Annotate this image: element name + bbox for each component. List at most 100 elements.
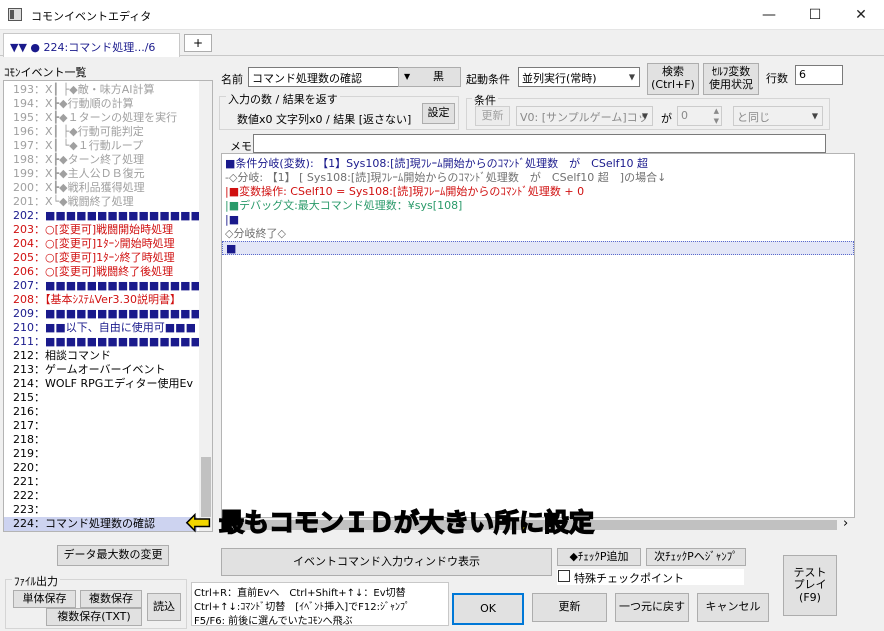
list-item[interactable]: 200：X┣◆戦利品獲得処理 [4,181,197,195]
condition-value-spinner[interactable]: 0 ▲ ▼ [677,106,722,126]
condition-update-button[interactable]: 更新 [475,106,510,126]
maximize-button[interactable]: ☐ [792,0,838,30]
trigger-select[interactable]: 並列実行(常時) ▼ [518,67,640,87]
list-item[interactable]: 224：コマンド処理数の確認 [4,517,197,531]
list-item[interactable]: 204：○[変更可]1ﾀｰﾝ開始時処理 [4,237,197,251]
list-item-number: 204 [13,237,34,250]
list-item[interactable]: 214：WOLF RPGエディター使用Ev [4,377,197,391]
single-save-button[interactable]: 単体保存 [13,590,76,608]
list-item-label: ：【基本ｼｽﾃﾑVer3.30説明書】 [34,293,181,306]
memo-input[interactable] [253,134,826,153]
undo-button[interactable]: 一つ元に戻す [615,593,689,622]
list-item-number: 201 [13,195,34,208]
list-item[interactable]: 220： [4,461,197,475]
code-line[interactable]: |■変数操作: CSelf10 = Sys108:[読]現ﾌﾚｰﾑ開始からのｺﾏ… [225,185,584,199]
size-grip [855,518,869,532]
common-event-list[interactable]: 193：X┃ ├◆敵・味方AI計算 194：X┣◆行動順の計算 195：X┣◆１ター… [3,80,213,532]
code-vertical-scrollbar[interactable] [855,153,869,518]
add-checkpoint-button[interactable]: ◆ﾁｪｯｸP追加 [557,548,641,566]
list-item-label: ：■■■■■■■■■■■■■■■■■ [34,335,213,348]
cancel-button[interactable]: キャンセル [697,593,769,622]
special-checkpoint-checkbox[interactable] [558,570,570,582]
data-max-change-button[interactable]: データ最大数の変更 [57,545,169,566]
text-color-value: 黒 [433,69,444,83]
list-item[interactable]: 218： [4,433,197,447]
search-button[interactable]: 検索 (Ctrl+F) [647,63,699,95]
list-item-label: ： [34,433,45,446]
list-item[interactable]: 212：相談コマンド [4,349,197,363]
minimize-button[interactable]: — [746,0,792,30]
list-item-number: 205 [13,251,34,264]
list-item[interactable]: 208：【基本ｼｽﾃﾑVer3.30説明書】 [4,293,197,307]
list-scrollbar[interactable] [199,81,212,531]
list-item[interactable]: 217： [4,419,197,433]
list-item[interactable]: 221： [4,475,197,489]
code-line[interactable]: ■条件分岐(変数): 【1】Sys108:[読]現ﾌﾚｰﾑ開始からのｺﾏﾝﾄﾞ処… [225,157,648,171]
condition-value: 0 [681,109,688,122]
special-checkpoint-row[interactable]: 特殊チェックポイント [557,569,744,585]
spinner-up-icon[interactable]: ▲ [714,107,719,115]
list-item[interactable]: 210：■■以下、自由に使用可■■■ [4,321,197,335]
list-item[interactable]: 202：■■■■■■■■■■■■■■■■■ [4,209,212,223]
list-item[interactable]: 206：○[変更可]戦闘終了後処理 [4,265,197,279]
list-item[interactable]: 223： [4,503,197,517]
maximize-icon: ☐ [808,7,822,23]
list-item-label: ：コマンド処理数の確認 [34,517,155,530]
close-button[interactable]: ✕ [838,0,884,30]
list-item-label: ： [34,475,45,488]
event-code-list[interactable]: ■条件分岐(変数): 【1】Sys108:[読]現ﾌﾚｰﾑ開始からのｺﾏﾝﾄﾞ処… [221,153,855,518]
code-line[interactable]: |■デバッグ文:最大コマンド処理数：¥sys[108] [225,199,462,213]
next-checkpoint-button[interactable]: 次ﾁｪｯｸPへｼﾞｬﾝﾌﾟ [646,548,746,566]
name-input[interactable]: コマンド処理数の確認 [248,67,399,87]
name-label: 名前 [221,73,243,86]
list-item[interactable]: 216： [4,405,197,419]
line-count-label: 行数 [766,72,788,85]
list-item[interactable]: 205：○[変更可]1ﾀｰﾝ終了時処理 [4,251,197,265]
memo-label: メモ [230,140,252,153]
io-settings-button[interactable]: 設定 [422,103,455,124]
list-item[interactable]: 219： [4,447,197,461]
list-item[interactable]: 195：X┣◆１ターンの処理を実行 [4,111,197,125]
self-variable-usage-button[interactable]: ｾﾙﾌ変数 使用状況 [703,63,759,95]
update-button[interactable]: 更新 [532,593,607,622]
tab-common-224[interactable]: ▼▼ ● 224:コマンド処理.../6 [3,33,180,57]
list-item-number: 215 [13,391,34,404]
chevron-down-icon: ▼ [404,72,411,82]
ok-button[interactable]: OK [452,593,524,625]
list-item[interactable]: 222： [4,489,197,503]
test-play-button[interactable]: テスト プレイ (F9) [783,555,837,616]
list-item[interactable]: 196：X┃ ├◆行動可能判定 [4,125,197,139]
condition-variable-select[interactable]: V0: [サンプルゲーム]コッ ▼ [516,106,653,126]
plus-icon: + [192,36,204,50]
list-item[interactable]: 193：X┃ ├◆敵・味方AI計算 [4,83,197,97]
multi-save-txt-button[interactable]: 複数保存(TXT) [46,608,142,626]
list-item[interactable]: 194：X┣◆行動順の計算 [4,97,197,111]
list-item-label: ：相談コマンド [34,349,111,362]
list-item[interactable]: 203：○[変更可]戦闘開始時処理 [4,223,197,237]
list-item[interactable]: 201：X└◆戦闘終了処理 [4,195,197,209]
add-tab-button[interactable]: + [184,34,212,52]
load-button[interactable]: 読込 [147,593,181,621]
list-item[interactable]: 213：ゲームオーバーイベント [4,363,197,377]
scroll-right-icon[interactable]: › [843,516,848,531]
list-item[interactable]: 199：X┣◆主人公ＤＢ復元 [4,167,197,181]
event-command-window-button[interactable]: イベントコマンド入力ウィンドウ表示 [221,548,552,576]
multi-save-button[interactable]: 複数保存 [80,590,142,608]
text-color-combo[interactable]: ▼ 黒 [398,67,461,87]
list-item[interactable]: 211：■■■■■■■■■■■■■■■■■ [4,335,212,349]
code-line[interactable]: ◇分岐終了◇ [225,227,286,241]
list-item-number: 218 [13,433,34,446]
shortcut-help-box: Ctrl+R：直前Evへ Ctrl+Shift+↑↓：Ev切替 Ctrl+↑↓:… [191,582,449,627]
code-line[interactable]: -◇分岐: 【1】 [ Sys108:[読]現ﾌﾚｰﾑ開始からのｺﾏﾝﾄﾞ処理数… [225,171,666,185]
spinner-down-icon[interactable]: ▼ [714,117,719,125]
list-item[interactable]: 197：X┃ └◆１行動ループ [4,139,197,153]
list-item[interactable]: 209：■■■■■■■■■■■■■■■■■ [4,307,212,321]
list-item[interactable]: 215： [4,391,197,405]
condition-operator-select[interactable]: と同じ ▼ [733,106,823,126]
trigger-value: 並列実行(常時) [522,72,597,85]
list-item[interactable]: 207：■■■■■■■■■■■■■■■■■ [4,279,212,293]
list-item[interactable]: 198：X┣◆ターン終了処理 [4,153,197,167]
code-line[interactable]: ■ [222,241,854,255]
code-line[interactable]: |■ [225,213,239,227]
list-item-label: ：X┣◆主人公ＤＢ復元 [34,167,145,180]
